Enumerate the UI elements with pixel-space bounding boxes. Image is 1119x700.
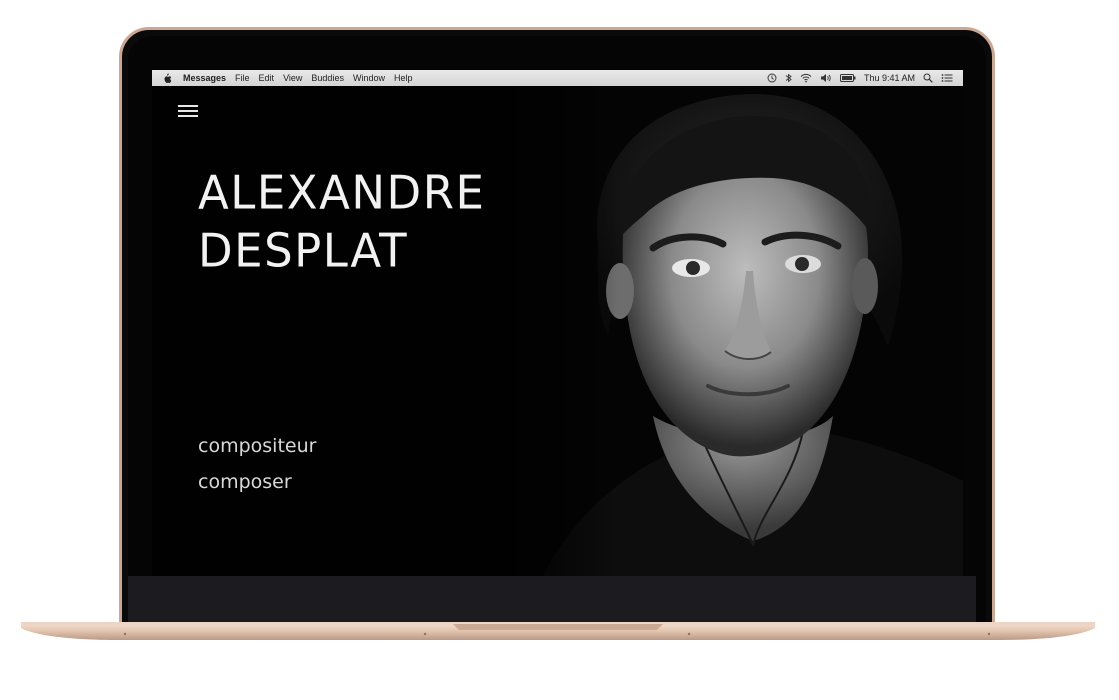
volume-icon[interactable] [820, 73, 832, 83]
portrait-photo [503, 86, 963, 576]
menu-bar: Messages File Edit View Buddies Window H… [152, 70, 963, 86]
role-french: compositeur [198, 435, 317, 457]
page-title: ALEXANDRE DESPLAT [198, 164, 485, 280]
screen-chin [128, 576, 976, 622]
hamburger-menu-icon[interactable] [178, 104, 200, 118]
bluetooth-icon[interactable] [785, 73, 792, 83]
menu-buddies[interactable]: Buddies [311, 73, 344, 83]
laptop-base [21, 622, 1095, 640]
menu-clock[interactable]: Thu 9:41 AM [864, 73, 915, 83]
apple-icon[interactable] [162, 73, 174, 84]
menu-view[interactable]: View [283, 73, 302, 83]
screen: Messages File Edit View Buddies Window H… [152, 70, 963, 576]
time-machine-icon[interactable] [767, 73, 777, 83]
battery-icon[interactable] [839, 74, 856, 82]
role-list: compositeur composer [198, 428, 316, 500]
title-last-name: DESPLAT [198, 223, 409, 278]
menu-edit[interactable]: Edit [259, 73, 275, 83]
status-area: Thu 9:41 AM [767, 73, 953, 83]
hero-section: ALEXANDRE DESPLAT compositeur composer [152, 86, 963, 576]
menu-help[interactable]: Help [394, 73, 413, 83]
title-first-name: ALEXANDRE [198, 165, 486, 220]
menu-app-messages[interactable]: Messages [183, 73, 226, 83]
menu-window[interactable]: Window [353, 73, 385, 83]
notification-center-icon[interactable] [941, 73, 953, 83]
wifi-icon[interactable] [800, 73, 812, 83]
role-english: composer [198, 471, 292, 493]
search-icon[interactable] [923, 73, 933, 83]
menu-file[interactable]: File [235, 73, 250, 83]
